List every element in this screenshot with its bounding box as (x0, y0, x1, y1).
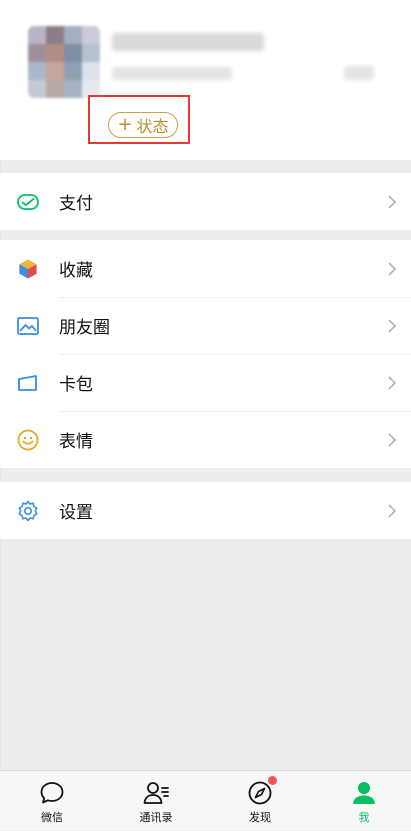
status-highlight-box (88, 95, 190, 144)
tab-contacts-label: 通讯录 (139, 811, 173, 824)
menu-item-favorites-label: 收藏 (59, 261, 93, 281)
favorites-cube-icon (18, 258, 38, 279)
menu-item-settings-label: 设置 (59, 503, 93, 523)
menu-group-pay: 支付 (0, 173, 411, 230)
chevron-right-icon (388, 432, 397, 447)
tab-chats[interactable]: 微信 (12, 771, 92, 831)
profile-header[interactable]: + 状态 (0, 0, 411, 160)
tab-me[interactable]: 我 (324, 771, 404, 831)
contacts-icon (143, 782, 169, 804)
tab-me-label: 我 (358, 811, 370, 824)
menu-item-pay[interactable]: 支付 (0, 173, 411, 230)
chevron-right-icon (388, 194, 397, 209)
avatar[interactable] (28, 26, 100, 98)
pay-icon (17, 193, 39, 210)
tab-discover-label: 发现 (249, 811, 271, 824)
tab-discover[interactable]: 发现 (220, 771, 300, 831)
wechat-id-blurred (112, 67, 232, 80)
menu-item-cards-label: 卡包 (59, 375, 93, 395)
bottom-tab-bar: 微信 通讯录 发现 我 (0, 770, 411, 830)
chevron-right-icon (388, 503, 397, 518)
new-badge-dot (268, 776, 277, 785)
menu-item-moments[interactable]: 朋友圈 (0, 297, 411, 354)
menu-item-favorites[interactable]: 收藏 (0, 240, 411, 297)
chevron-right-icon (388, 375, 397, 390)
menu-item-stickers[interactable]: 表情 (0, 411, 411, 468)
tab-contacts[interactable]: 通讯录 (116, 771, 196, 831)
menu-item-settings[interactable]: 设置 (0, 482, 411, 539)
menu-item-stickers-label: 表情 (59, 432, 93, 452)
smiley-icon (17, 429, 39, 450)
chat-bubble-icon (40, 782, 64, 804)
nickname-blurred (112, 33, 264, 51)
card-wallet-icon (18, 374, 37, 391)
menu-item-moments-label: 朋友圈 (59, 318, 110, 338)
gear-icon (18, 500, 38, 521)
menu-group-settings: 设置 (0, 482, 411, 539)
menu-item-pay-label: 支付 (59, 194, 93, 214)
chevron-right-icon (388, 318, 397, 333)
tab-chats-label: 微信 (41, 811, 63, 824)
qr-code-blurred[interactable] (344, 66, 374, 80)
menu-item-cards[interactable]: 卡包 (0, 354, 411, 411)
person-icon (353, 782, 375, 804)
chevron-right-icon (388, 261, 397, 276)
menu-group-main: 收藏 朋友圈 卡包 表情 (0, 240, 411, 468)
moments-photo-icon (17, 316, 39, 335)
